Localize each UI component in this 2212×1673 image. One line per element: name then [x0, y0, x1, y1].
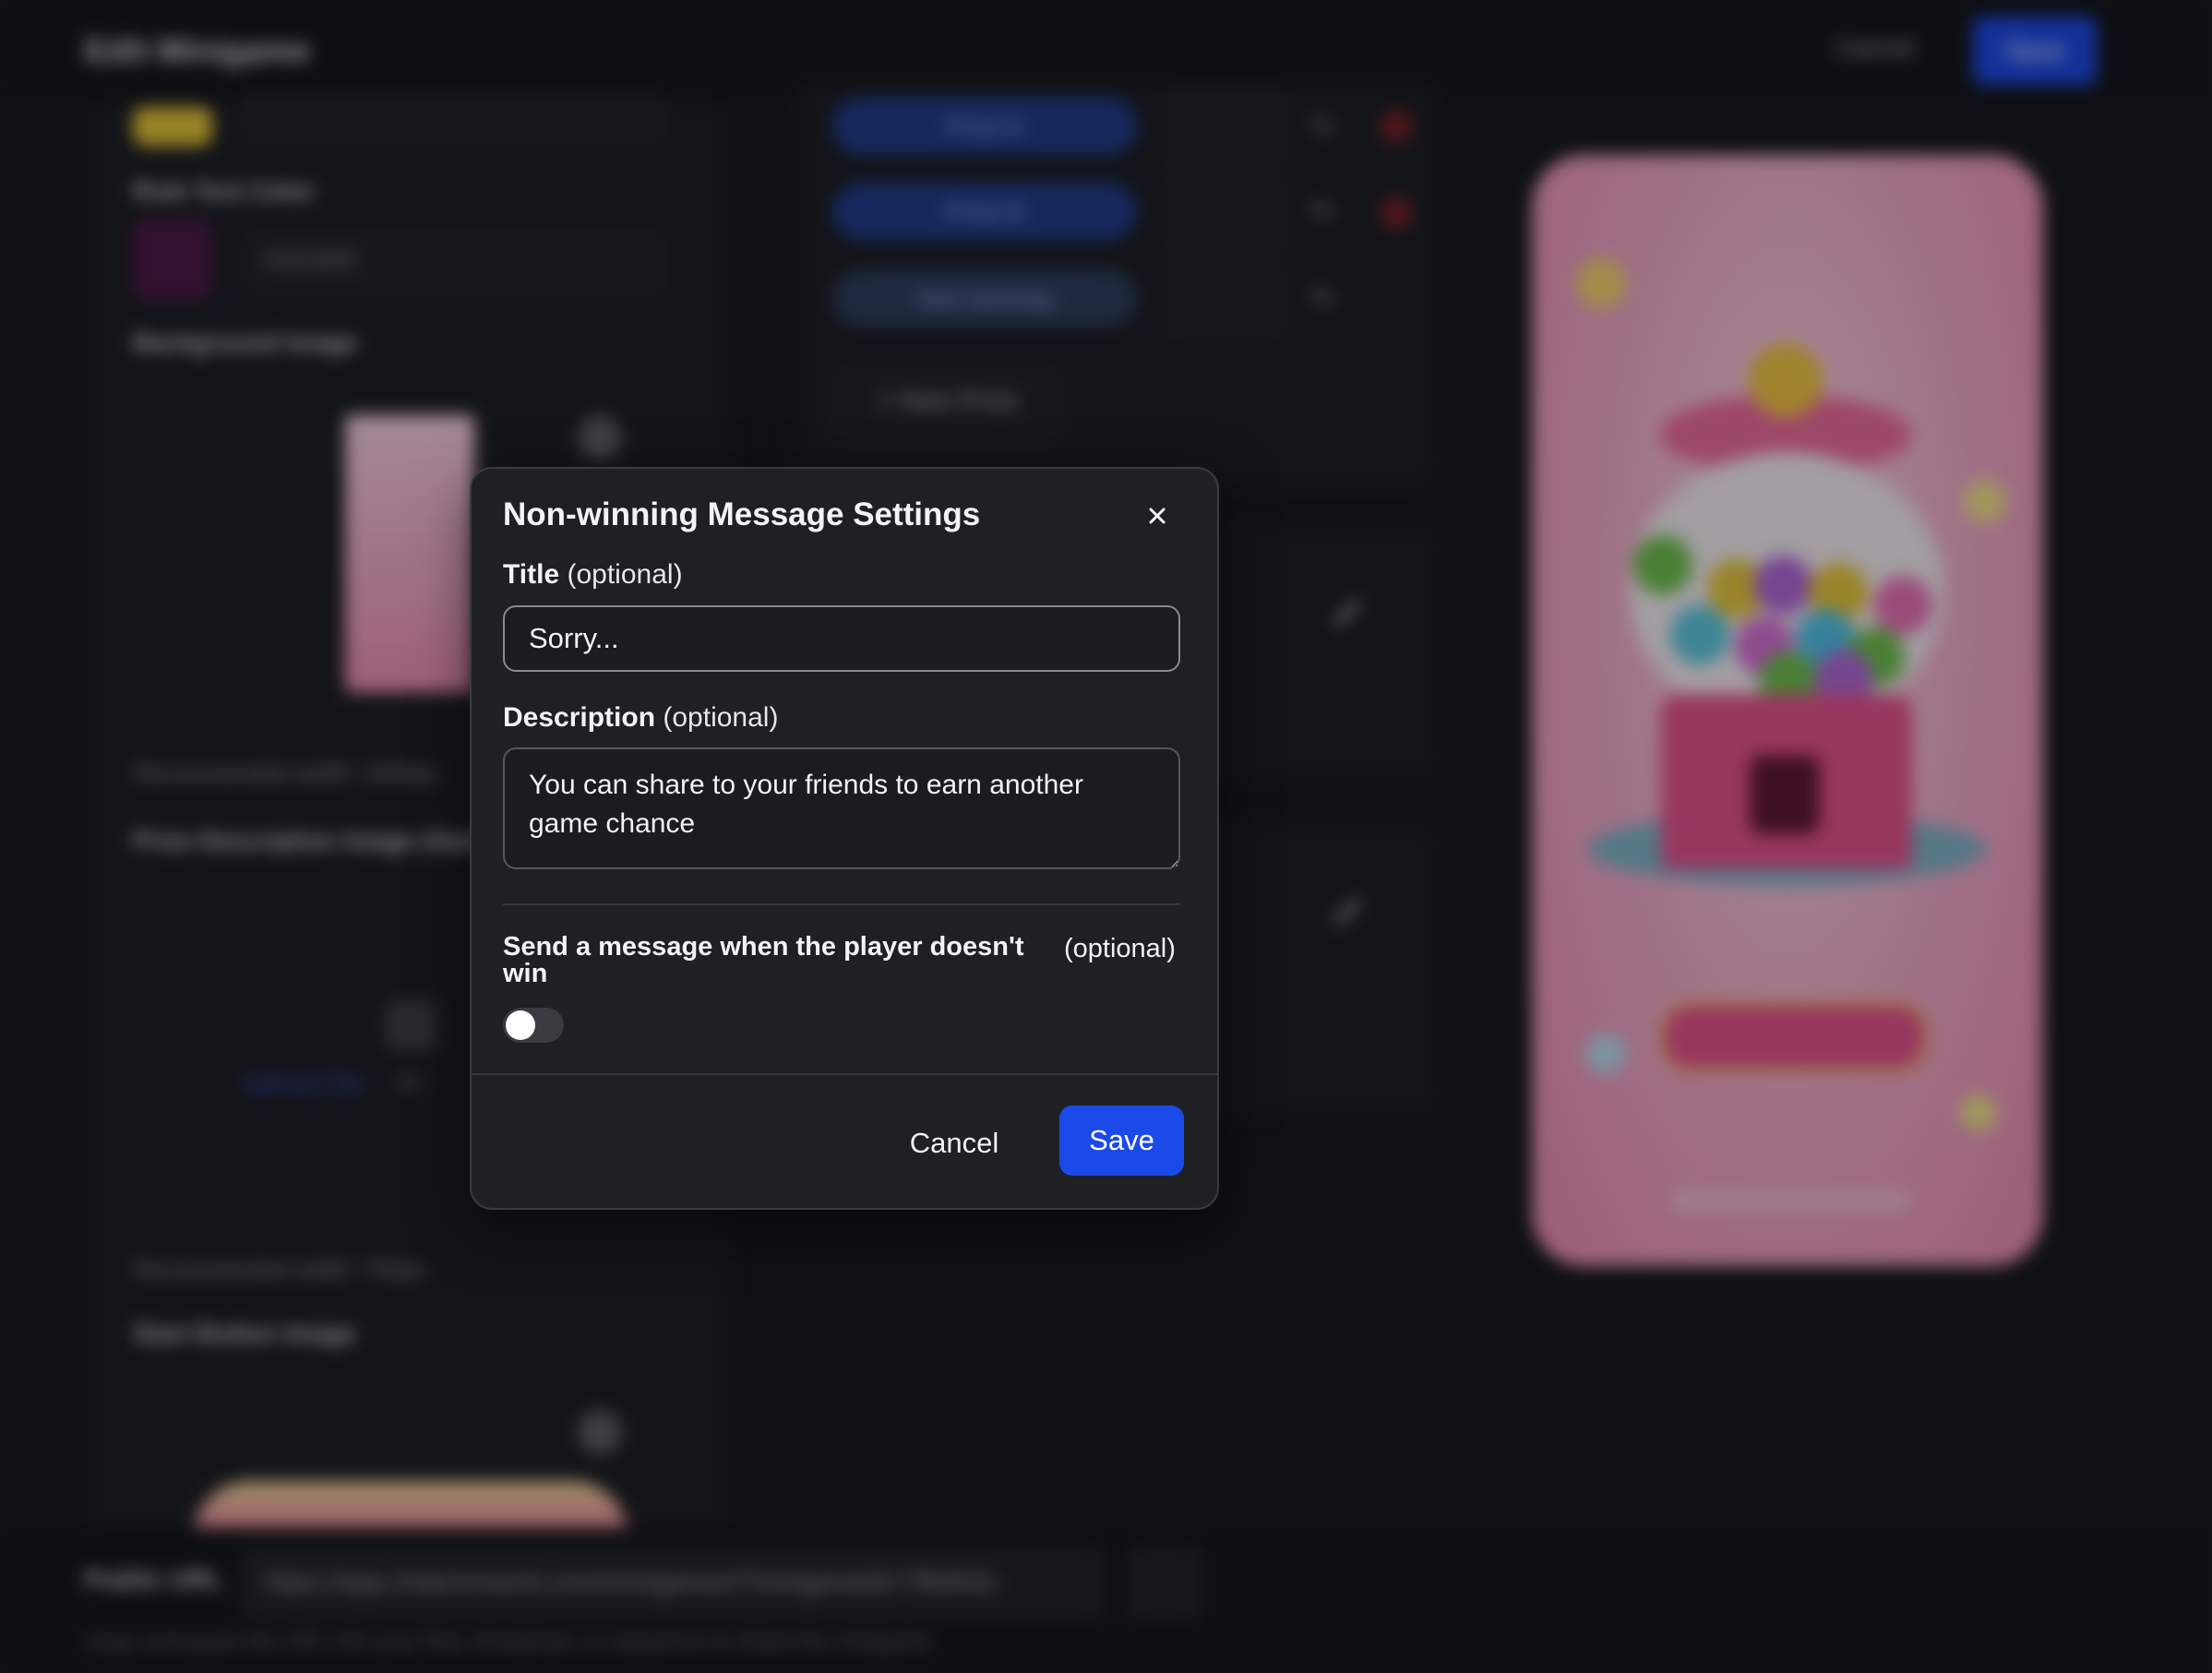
toggle-knob	[506, 1010, 535, 1040]
title-field-label: Title (optional)	[503, 559, 683, 591]
footer-divider	[472, 1073, 1217, 1075]
title-input[interactable]	[503, 605, 1180, 672]
section-divider	[503, 903, 1180, 905]
title-label-text: Title	[503, 559, 560, 590]
send-message-label: Send a message when the player doesn't w…	[503, 932, 1024, 988]
cancel-button[interactable]: Cancel	[894, 1109, 1014, 1177]
description-textarea[interactable]: You can share to your friends to earn an…	[503, 747, 1180, 869]
dialog-title: Non-winning Message Settings	[503, 496, 981, 532]
non-winning-message-dialog: Non-winning Message Settings Title (opti…	[470, 467, 1219, 1210]
optional-text: (optional)	[1064, 934, 1176, 963]
close-button[interactable]	[1138, 496, 1177, 535]
description-label-text: Description	[503, 702, 656, 733]
send-message-toggle[interactable]	[503, 1008, 564, 1043]
optional-text: (optional)	[663, 702, 779, 733]
description-field-label: Description (optional)	[503, 702, 778, 734]
optional-text: (optional)	[567, 559, 683, 590]
close-icon	[1149, 508, 1166, 524]
save-button[interactable]: Save	[1059, 1105, 1184, 1176]
